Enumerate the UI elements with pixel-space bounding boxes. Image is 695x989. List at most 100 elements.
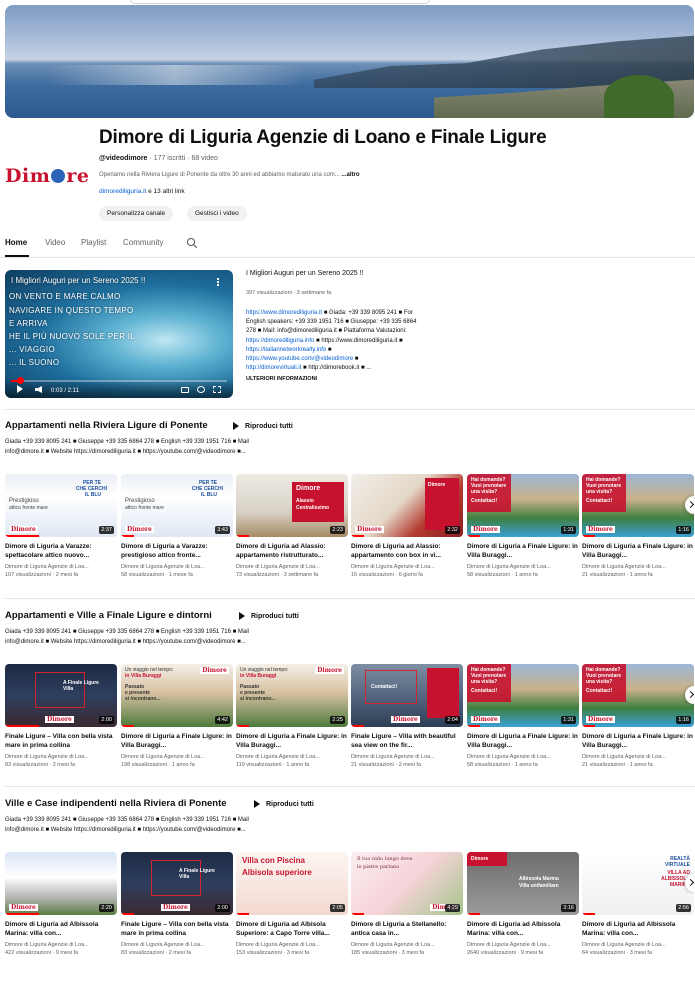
video-card[interactable]: Hai domande? Vuoi prenotare una visita? Con… [467,664,579,768]
play-all-button[interactable]: Riproduci tutti [239,612,299,620]
video-channel[interactable]: Dimore di Liguria Agenzie di Loa... [5,754,117,760]
video-channel[interactable]: Dimore di Liguria Agenzie di Loa... [351,942,463,948]
tab-playlist[interactable]: Playlist [81,238,106,247]
video-card[interactable]: Dimore Dimore 2:32 Dimore di Liguria ad Ala… [351,474,463,578]
video-thumbnail[interactable]: Hai domande? Vuoi prenotare una visita? Con… [582,474,694,537]
play-icon[interactable] [17,385,23,393]
video-title[interactable]: Dimore di Liguria ad Albissola Marina: v… [467,921,579,938]
more-info-link[interactable]: ULTERIORI INFORMAZIONI [246,376,461,382]
fullscreen-icon[interactable] [213,386,221,393]
player-progress-bar[interactable] [11,377,227,384]
video-title[interactable]: Dimore di Liguria a Finale Ligure: in Vi… [582,543,694,560]
video-channel[interactable]: Dimore di Liguria Agenzie di Loa... [121,754,233,760]
video-thumbnail[interactable]: Dimore Dimore 2:32 [351,474,463,537]
video-thumbnail[interactable]: Un viaggio nel tempo: in Villa Buraggi Pas… [236,664,348,727]
video-channel[interactable]: Dimore di Liguria Agenzie di Loa... [582,564,694,570]
channel-avatar[interactable]: Dim re [5,162,93,190]
video-channel[interactable]: Dimore di Liguria Agenzie di Loa... [236,942,348,948]
description-link[interactable]: http://dimorevirtuali.it [246,365,301,371]
description-link[interactable]: https://dimorediliguria.info [246,338,314,344]
video-channel[interactable]: Dimore di Liguria Agenzie di Loa... [5,564,117,570]
video-thumbnail[interactable]: Hai domande? Vuoi prenotare una visita? Con… [467,664,579,727]
video-title[interactable]: Dimore di Liguria a Finale Ligure: in Vi… [121,733,233,750]
player-scrubber[interactable] [16,377,24,384]
video-title[interactable]: Finale Ligure – Villa with beautiful sea… [351,733,463,750]
channel-links[interactable]: dimorediliguria.it e 13 altri link [99,188,185,195]
description-link[interactable]: https://www.dimorediliguria.it [246,310,322,316]
video-thumbnail[interactable]: Dimore Albissola Marina Villa unifamiliare… [467,852,579,915]
video-thumbnail[interactable]: REALTÀ VIRTUALE VILLA AD ALBISSOLA MARINA 2:5… [582,852,694,915]
video-thumbnail[interactable]: Il tuo nido lungo dovele pietre parlanoD… [351,852,463,915]
other-links[interactable]: e 13 altri link [148,188,185,195]
video-card[interactable]: Un viaggio nel tempo: in Villa Buraggi Pas… [121,664,233,768]
video-title[interactable]: Dimore di Liguria a Stellanello: antica … [351,921,463,938]
play-all-button[interactable]: Riproduci tutti [254,800,314,808]
video-card[interactable]: Villa con Piscina Albisola superiore 2:05 D… [236,852,348,956]
video-title[interactable]: Finale Ligure – Villa con bella vista ma… [5,733,117,750]
video-card[interactable]: Un viaggio nel tempo: in Villa Buraggi Pas… [236,664,348,768]
featured-video-player[interactable]: I Migliori Auguri per un Sereno 2025 !! … [5,270,233,398]
description-link[interactable]: https://www.youtube.com/@videodimore [246,356,353,362]
video-thumbnail[interactable]: Un viaggio nel tempo: in Villa Buraggi Pas… [121,664,233,727]
channel-website-link[interactable]: dimorediliguria.it [99,188,146,195]
video-title[interactable]: Dimore di Liguria a Finale Ligure: in Vi… [467,733,579,750]
video-title[interactable]: Dimore di Liguria ad Albissola Marina: v… [5,921,117,938]
description-more-link[interactable]: ...altro [341,172,359,178]
video-card[interactable]: Hai domande? Vuoi prenotare una visita? Con… [582,474,694,578]
video-thumbnail[interactable]: Dimore 2:20 [5,852,117,915]
video-thumbnail[interactable]: Dimore Alassio Centralissimo 2:23 [236,474,348,537]
channel-description[interactable]: Operiamo nella Riviera Ligure di Ponente… [99,172,360,178]
manage-videos-button[interactable]: Gestisci i video [187,206,247,221]
video-title[interactable]: Dimore di Liguria ad Alassio: appartamen… [351,543,463,560]
video-thumbnail[interactable]: PER TE CHE CERCHI IL BLU Prestigioso attico … [5,474,117,537]
player-more-icon[interactable] [217,278,219,286]
video-channel[interactable]: Dimore di Liguria Agenzie di Loa... [351,564,463,570]
video-channel[interactable]: Dimore di Liguria Agenzie di Loa... [582,942,694,948]
video-thumbnail[interactable]: PER TE CHE CERCHI IL BLU Prestigioso attico … [121,474,233,537]
video-card[interactable]: Dimore Albissola Marina Villa unifamiliare… [467,852,579,956]
video-thumbnail[interactable]: Contattaci! Dimore 2:04 [351,664,463,727]
customize-channel-button[interactable]: Personalizza canale [99,206,174,221]
video-card[interactable]: Il tuo nido lungo dove le pietre parlano D… [351,852,463,956]
video-channel[interactable]: Dimore di Liguria Agenzie di Loa... [467,754,579,760]
video-channel[interactable]: Dimore di Liguria Agenzie di Loa... [467,942,579,948]
video-card[interactable]: A Finale Ligure Villa Dimore 2:00 Finale Lig… [121,852,233,956]
video-channel[interactable]: Dimore di Liguria Agenzie di Loa... [236,754,348,760]
video-card[interactable]: Hai domande? Vuoi prenotare una visita? Con… [467,474,579,578]
video-title[interactable]: Dimore di Liguria a Varazze: prestigioso… [121,543,233,560]
video-card[interactable]: Dimore Alassio Centralissimo 2:23 Dimore di … [236,474,348,578]
video-card[interactable]: REALTÀ VIRTUALE VILLA AD ALBISSOLA MARINA 2:5… [582,852,694,956]
video-card[interactable]: Contattaci! Dimore 2:04 Finale Ligure – Vil… [351,664,463,768]
video-card[interactable]: Hai domande? Vuoi prenotare una visita? Con… [582,664,694,768]
video-card[interactable]: PER TE CHE CERCHI IL BLU Prestigioso attico … [121,474,233,578]
section-title[interactable]: Appartamenti e Ville a Finale Ligure e d… [5,610,212,621]
video-title[interactable]: Dimore di Liguria a Finale Ligure: in Vi… [236,733,348,750]
video-thumbnail[interactable]: Hai domande? Vuoi prenotare una visita? Con… [582,664,694,727]
video-channel[interactable]: Dimore di Liguria Agenzie di Loa... [5,942,117,948]
video-channel[interactable]: Dimore di Liguria Agenzie di Loa... [582,754,694,760]
section-title[interactable]: Ville e Case indipendenti nella Riviera … [5,798,227,809]
video-title[interactable]: Dimore di Liguria ad Albisola Superiore:… [236,921,348,938]
search-icon[interactable] [186,237,198,249]
video-thumbnail[interactable]: Hai domande? Vuoi prenotare una visita? Con… [467,474,579,537]
settings-gear-icon[interactable] [197,386,205,393]
video-channel[interactable]: Dimore di Liguria Agenzie di Loa... [467,564,579,570]
video-card[interactable]: PER TE CHE CERCHI IL BLU Prestigioso attico … [5,474,117,578]
subtitles-icon[interactable] [181,387,189,393]
play-all-button[interactable]: Riproduci tutti [233,422,293,430]
video-title[interactable]: Finale Ligure – Villa con bella vista ma… [121,921,233,938]
video-channel[interactable]: Dimore di Liguria Agenzie di Loa... [121,564,233,570]
video-title[interactable]: Dimore di Liguria ad Albissola Marina: v… [582,921,694,938]
video-channel[interactable]: Dimore di Liguria Agenzie di Loa... [351,754,463,760]
description-link[interactable]: https://italiannetworkrealty.info [246,347,326,353]
video-title[interactable]: Dimore di Liguria ad Alassio: appartamen… [236,543,348,560]
section-title[interactable]: Appartamenti nella Riviera Ligure di Pon… [5,420,208,431]
video-title[interactable]: Dimore di Liguria a Finale Ligure: in Vi… [467,543,579,560]
video-thumbnail[interactable]: A Finale Ligure Villa Dimore 2:00 [5,664,117,727]
video-thumbnail[interactable]: A Finale Ligure Villa Dimore 2:00 [121,852,233,915]
video-channel[interactable]: Dimore di Liguria Agenzie di Loa... [236,564,348,570]
tab-home[interactable]: Home [5,238,27,247]
video-title[interactable]: Dimore di Liguria a Varazze: spettacolar… [5,543,117,560]
video-thumbnail[interactable]: Villa con Piscina Albisola superiore 2:05 [236,852,348,915]
tab-video[interactable]: Video [45,238,65,247]
